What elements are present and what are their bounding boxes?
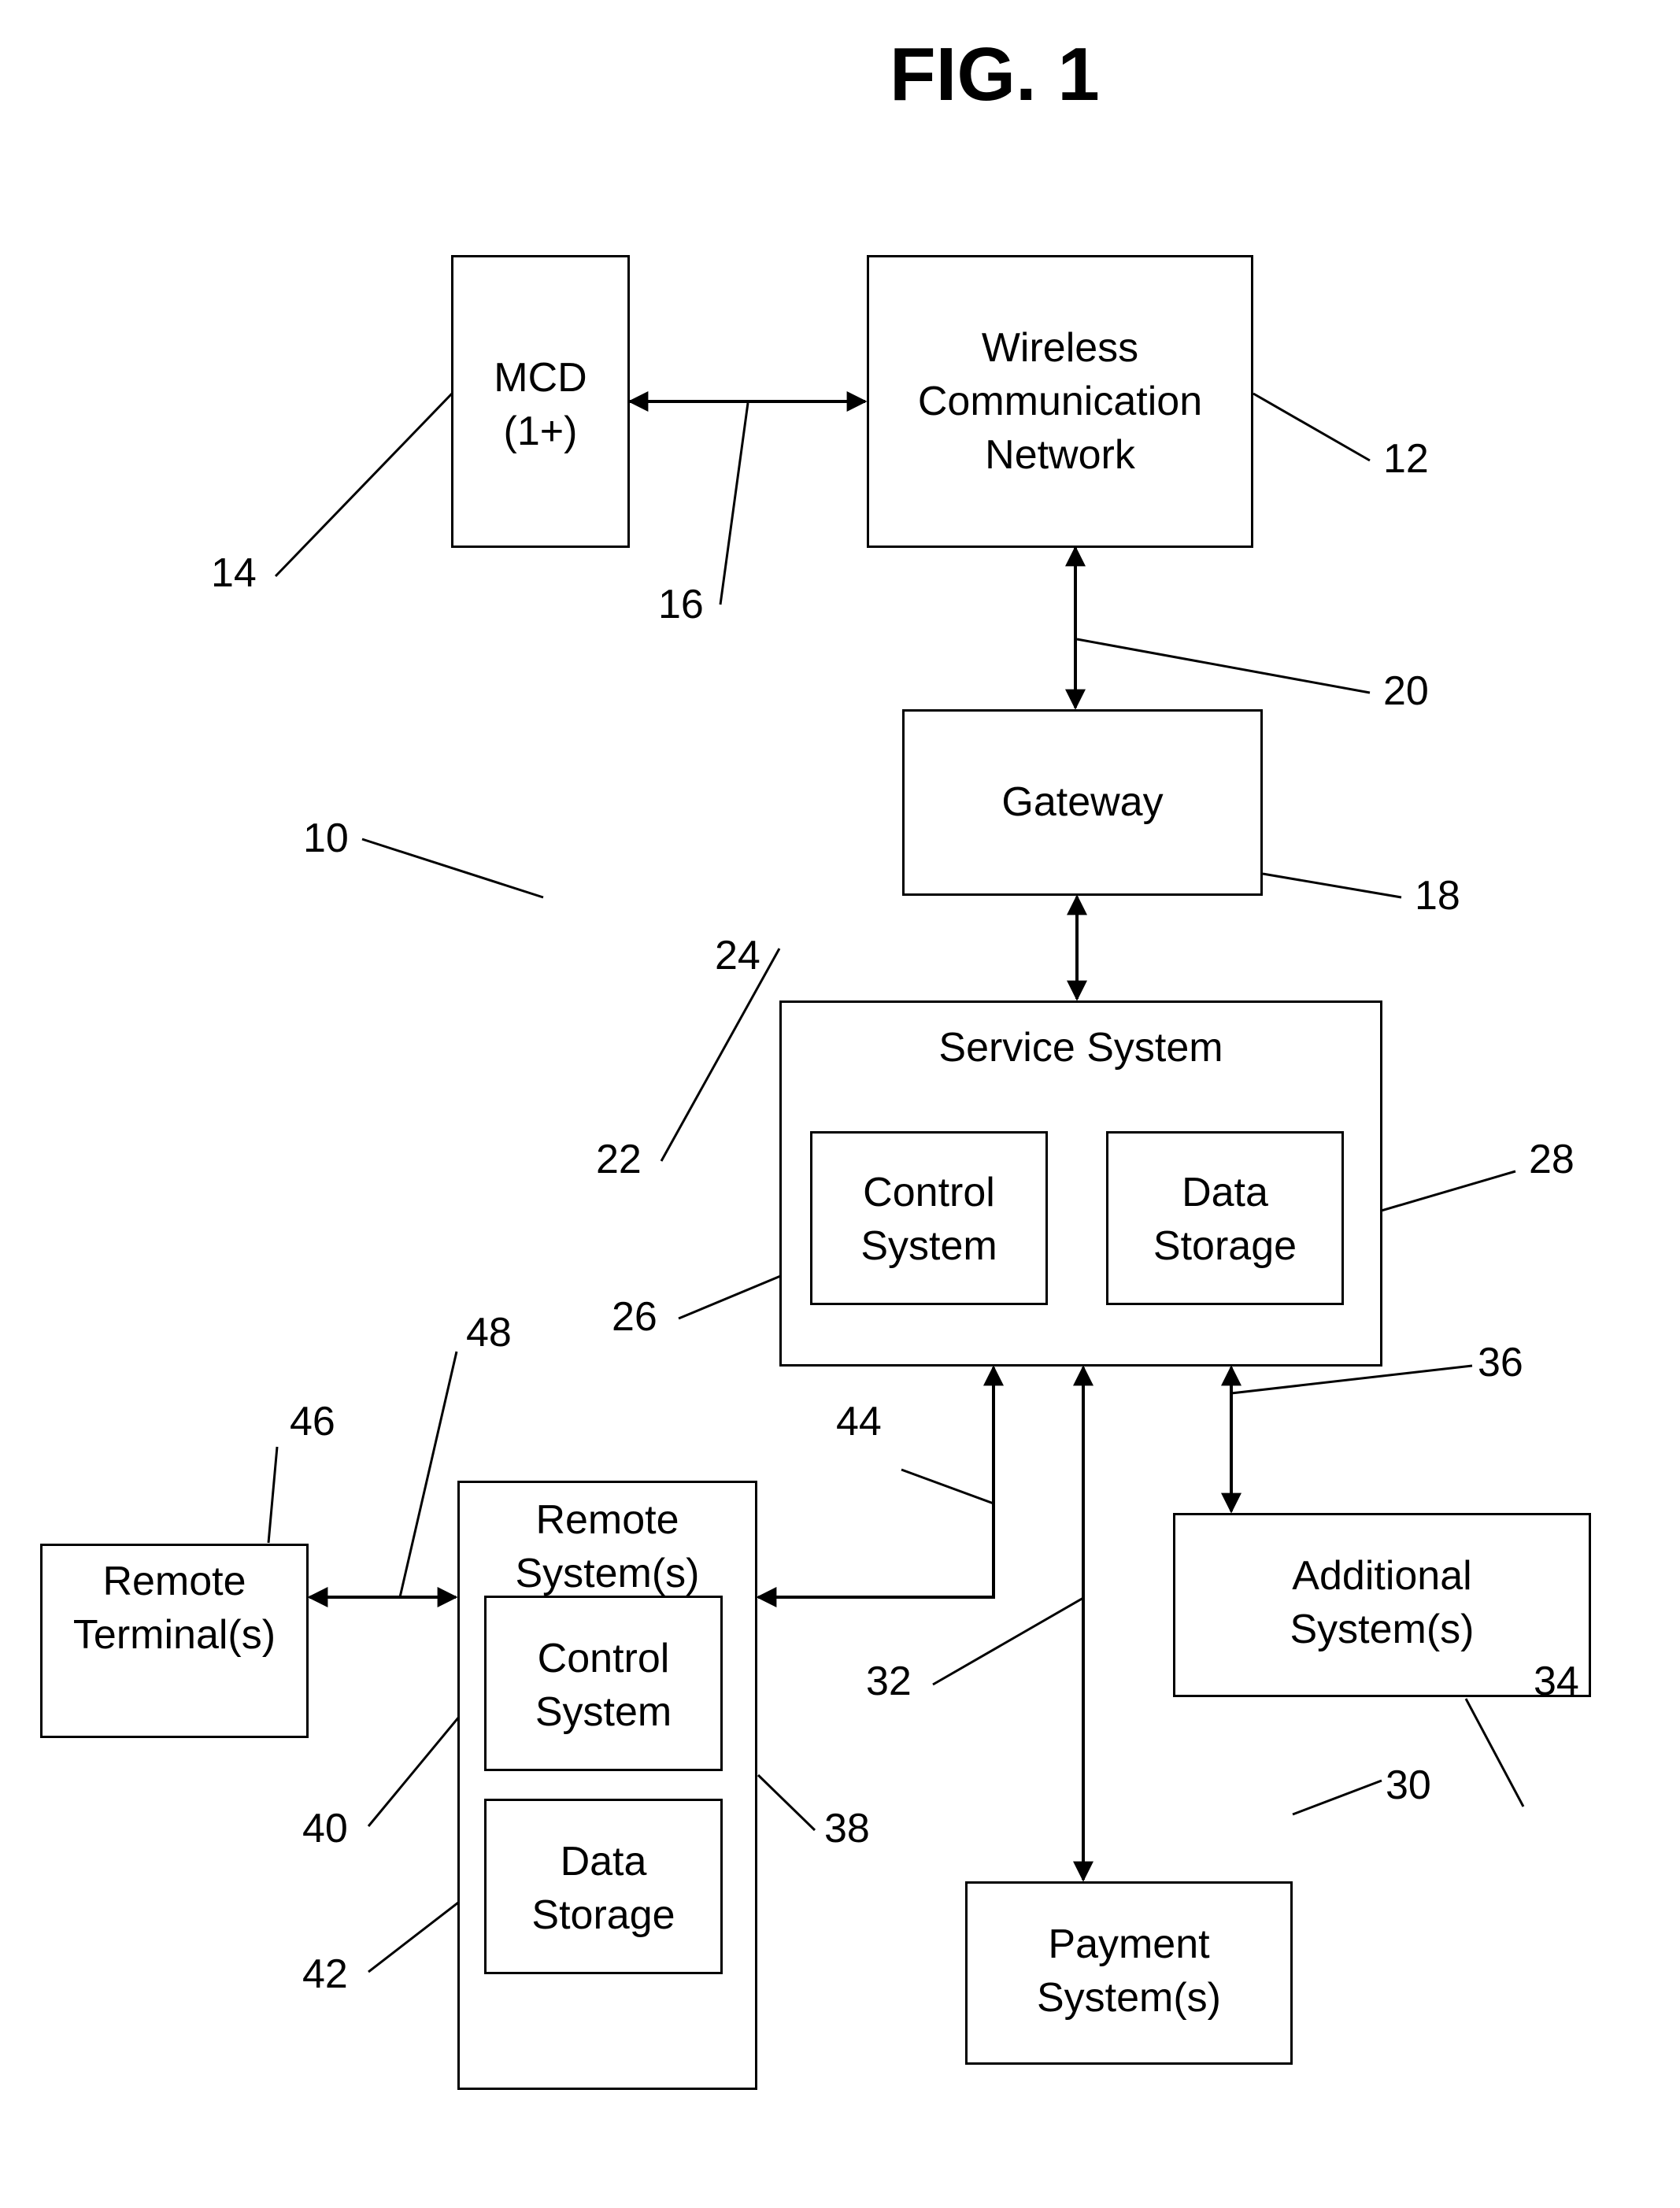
ref-28: 28 bbox=[1529, 1137, 1575, 1182]
payment-line1: Payment bbox=[1048, 1921, 1210, 1967]
remote-system-line2: System(s) bbox=[515, 1551, 700, 1596]
ref-26: 26 bbox=[612, 1294, 657, 1340]
mcd-label-line1: MCD bbox=[494, 355, 587, 401]
payment-line2: System(s) bbox=[1037, 1975, 1221, 2021]
ref-24: 24 bbox=[715, 933, 760, 978]
ref-44: 44 bbox=[836, 1399, 882, 1444]
block-additional-systems: Additional System(s) bbox=[1173, 1513, 1591, 1697]
block-remote-control-system: Control System bbox=[484, 1596, 723, 1771]
ref-18: 18 bbox=[1415, 873, 1460, 919]
block-remote-terminal: Remote Terminal(s) bbox=[40, 1544, 309, 1738]
block-gateway: Gateway bbox=[902, 709, 1263, 896]
remote-control-line1: Control bbox=[537, 1636, 670, 1681]
ref-36: 36 bbox=[1478, 1340, 1523, 1385]
block-service-control-system: Control System bbox=[810, 1131, 1048, 1305]
ref-22: 22 bbox=[596, 1137, 642, 1182]
block-remote-data-storage: Data Storage bbox=[484, 1799, 723, 1974]
service-control-line1: Control bbox=[863, 1170, 995, 1215]
gateway-label: Gateway bbox=[1001, 779, 1164, 825]
block-wireless-network: Wireless Communication Network bbox=[867, 255, 1253, 548]
remote-control-line2: System bbox=[535, 1689, 672, 1735]
remote-terminal-line2: Terminal(s) bbox=[72, 1612, 276, 1658]
block-remote-system: Remote System(s) bbox=[457, 1481, 757, 2090]
remote-system-line1: Remote bbox=[535, 1497, 679, 1543]
ref-42: 42 bbox=[302, 1951, 348, 1997]
remote-data-line2: Storage bbox=[531, 1892, 675, 1938]
ref-38: 38 bbox=[824, 1806, 870, 1851]
service-control-line2: System bbox=[860, 1223, 997, 1269]
service-system-title: Service System bbox=[938, 1025, 1223, 1071]
wcn-label-line1: Wireless bbox=[981, 325, 1139, 371]
block-payment-systems: Payment System(s) bbox=[965, 1881, 1293, 2065]
remote-terminal-line1: Remote bbox=[102, 1559, 246, 1604]
mcd-label-line2: (1+) bbox=[503, 409, 578, 454]
ref-14: 14 bbox=[211, 550, 257, 596]
block-mcd: MCD (1+) bbox=[451, 255, 630, 548]
ref-34: 34 bbox=[1534, 1659, 1579, 1704]
ref-40: 40 bbox=[302, 1806, 348, 1851]
additional-line2: System(s) bbox=[1290, 1607, 1475, 1652]
ref-10: 10 bbox=[303, 816, 349, 861]
service-data-line2: Storage bbox=[1153, 1223, 1297, 1269]
ref-16: 16 bbox=[658, 582, 704, 627]
service-data-line1: Data bbox=[1182, 1170, 1268, 1215]
remote-data-line1: Data bbox=[560, 1839, 647, 1884]
wcn-label-line3: Network bbox=[985, 432, 1135, 478]
ref-30: 30 bbox=[1386, 1762, 1431, 1808]
ref-20: 20 bbox=[1383, 668, 1429, 714]
additional-line1: Additional bbox=[1292, 1553, 1472, 1599]
ref-46: 46 bbox=[290, 1399, 335, 1444]
ref-12: 12 bbox=[1383, 436, 1429, 482]
block-service-data-storage: Data Storage bbox=[1106, 1131, 1344, 1305]
wcn-label-line2: Communication bbox=[917, 379, 1203, 424]
ref-48: 48 bbox=[466, 1310, 512, 1355]
ref-32: 32 bbox=[866, 1659, 912, 1704]
